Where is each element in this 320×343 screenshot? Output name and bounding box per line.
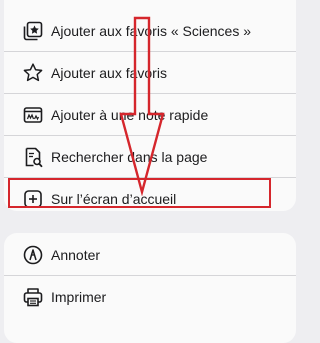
star-icon	[23, 62, 43, 81]
menu-item-label: Imprimer	[51, 288, 107, 305]
favorites-folder-icon	[23, 21, 43, 40]
menu-item-label: Annoter	[51, 246, 101, 263]
quick-note-icon	[23, 106, 43, 123]
down-arrow-annotation	[119, 16, 165, 196]
markup-pen-icon	[23, 245, 43, 264]
menu-item-markup[interactable]: Annoter	[4, 234, 296, 275]
menu-item-print[interactable]: Imprimer	[4, 276, 296, 317]
printer-icon	[23, 287, 43, 306]
find-in-page-icon	[25, 147, 43, 167]
